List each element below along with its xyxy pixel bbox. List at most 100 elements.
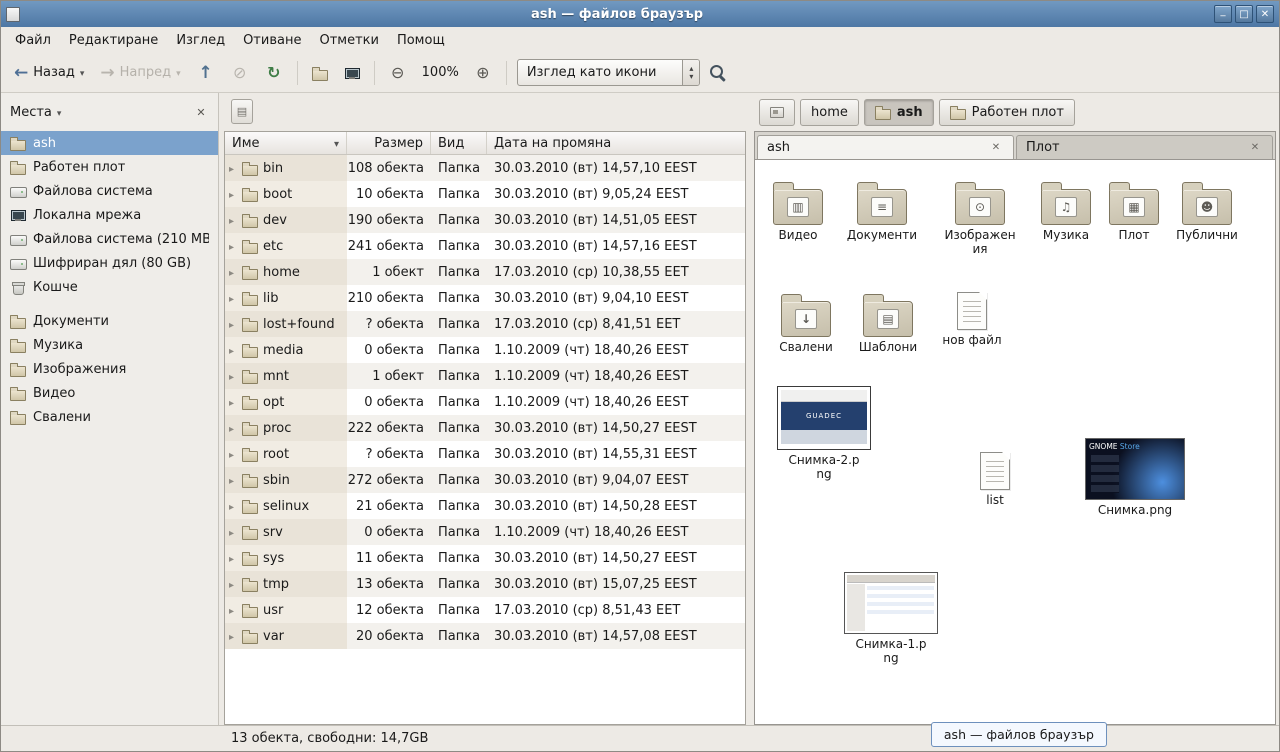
computer-button[interactable] [337, 58, 367, 88]
sidebar-item[interactable]: Локална мрежа [1, 203, 218, 227]
back-button[interactable]: Назад [7, 58, 91, 88]
table-row[interactable]: home1 обектПапка17.03.2010 (ср) 10,38,55… [225, 259, 745, 285]
maximize-button[interactable] [1235, 5, 1253, 23]
expander-icon[interactable] [229, 343, 242, 358]
reload-button[interactable] [258, 58, 290, 88]
sidebar-item[interactable]: Свалени [1, 405, 218, 429]
expander-icon[interactable] [229, 551, 242, 566]
table-row[interactable]: usr12 обектаПапка17.03.2010 (ср) 8,51,43… [225, 597, 745, 623]
icon-view-item[interactable]: Свалени [763, 292, 849, 354]
expander-icon[interactable] [229, 369, 242, 384]
table-row[interactable]: dev190 обектаПапка30.03.2010 (вт) 14,51,… [225, 207, 745, 233]
expander-icon[interactable] [229, 239, 242, 254]
menu-item[interactable]: Изглед [167, 29, 234, 52]
icon-view-item[interactable]: list [952, 452, 1038, 507]
expander-icon[interactable] [229, 629, 242, 644]
expander-icon[interactable] [229, 473, 242, 488]
expander-icon[interactable] [229, 213, 242, 228]
expander-icon[interactable] [229, 421, 242, 436]
column-header-name[interactable]: Име [225, 132, 347, 154]
stop-button[interactable] [224, 58, 256, 88]
table-row[interactable]: lib210 обектаПапка30.03.2010 (вт) 9,04,1… [225, 285, 745, 311]
breadcrumb-button[interactable] [759, 99, 795, 126]
expander-icon[interactable] [229, 317, 242, 332]
table-row[interactable]: proc222 обектаПапка30.03.2010 (вт) 14,50… [225, 415, 745, 441]
expander-icon[interactable] [229, 447, 242, 462]
forward-dropdown-icon[interactable] [176, 65, 181, 80]
sidebar-item[interactable]: ash [1, 131, 218, 155]
sidebar-item[interactable]: Изображения [1, 357, 218, 381]
close-tab-icon[interactable] [988, 140, 1004, 156]
expander-icon[interactable] [229, 161, 242, 176]
table-row[interactable]: mnt1 обектПапка1.10.2009 (чт) 18,40,26 E… [225, 363, 745, 389]
sidebar-item[interactable]: Музика [1, 333, 218, 357]
table-row[interactable]: root? обектаПапка30.03.2010 (вт) 14,55,3… [225, 441, 745, 467]
table-row[interactable]: sbin272 обектаПапка30.03.2010 (вт) 9,04,… [225, 467, 745, 493]
tab[interactable]: Плот [1016, 135, 1273, 159]
breadcrumb-button[interactable]: home [800, 99, 859, 126]
sidebar-item[interactable]: Работен плот [1, 155, 218, 179]
home-folder-button[interactable] [305, 58, 335, 88]
location-toggle-button[interactable] [231, 99, 253, 124]
forward-button[interactable]: Напред [93, 58, 187, 88]
column-header-size[interactable]: Размер [347, 132, 431, 154]
places-caret-icon[interactable] [57, 105, 62, 120]
breadcrumb-button[interactable]: ash [864, 99, 934, 126]
sidebar-item[interactable]: Шифриран дял (80 GB) [1, 251, 218, 275]
table-row[interactable]: var20 обектаПапка30.03.2010 (вт) 14,57,0… [225, 623, 745, 649]
expander-icon[interactable] [229, 395, 242, 410]
minimize-button[interactable] [1214, 5, 1232, 23]
table-row[interactable]: selinux21 обектаПапка30.03.2010 (вт) 14,… [225, 493, 745, 519]
table-row[interactable]: boot10 обектаПапка30.03.2010 (вт) 9,05,2… [225, 181, 745, 207]
table-row[interactable]: srv0 обектаПапка1.10.2009 (чт) 18,40,26 … [225, 519, 745, 545]
expander-icon[interactable] [229, 291, 242, 306]
table-row[interactable]: media0 обектаПапка1.10.2009 (чт) 18,40,2… [225, 337, 745, 363]
table-row[interactable]: etc241 обектаПапка30.03.2010 (вт) 14,57,… [225, 233, 745, 259]
tab[interactable]: ash [757, 135, 1014, 159]
sidebar-close-button[interactable] [193, 104, 209, 120]
icon-view-item[interactable]: Документи [839, 180, 925, 242]
icon-view-item[interactable]: Шаблони [845, 292, 931, 354]
table-row[interactable]: bin108 обектаПапка30.03.2010 (вт) 14,57,… [225, 155, 745, 181]
places-combo-label[interactable]: Места [10, 105, 52, 120]
breadcrumb-button[interactable]: Работен плот [939, 99, 1075, 126]
expander-icon[interactable] [229, 265, 242, 280]
search-button[interactable] [702, 58, 733, 88]
menu-item[interactable]: Отиване [234, 29, 310, 52]
column-header-type[interactable]: Вид [431, 132, 487, 154]
back-dropdown-icon[interactable] [80, 65, 85, 80]
zoom-out-button[interactable] [382, 58, 414, 88]
sidebar-item[interactable]: Документи [1, 309, 218, 333]
expander-icon[interactable] [229, 577, 242, 592]
menu-item[interactable]: Редактиране [60, 29, 167, 52]
table-row[interactable]: tmp13 обектаПапка30.03.2010 (вт) 15,07,2… [225, 571, 745, 597]
table-row[interactable]: opt0 обектаПапка1.10.2009 (чт) 18,40,26 … [225, 389, 745, 415]
icon-canvas[interactable]: ВидеоДокументиИзображенияМузикаПлотПубли… [755, 160, 1275, 724]
icon-view-item[interactable]: GNOME StoreСнимка.png [1083, 438, 1187, 517]
sidebar-item[interactable]: Видео [1, 381, 218, 405]
column-header-date[interactable]: Дата на промяна [487, 132, 745, 154]
view-mode-combo[interactable]: Изглед като икони [517, 59, 701, 86]
expander-icon[interactable] [229, 499, 242, 514]
icon-view-item[interactable]: Видео [755, 180, 841, 242]
icon-view-item[interactable]: Изображения [937, 180, 1023, 256]
sidebar-item[interactable]: Файлова система [1, 179, 218, 203]
icon-view-item[interactable]: Публични [1164, 180, 1250, 242]
up-button[interactable] [190, 58, 222, 88]
icon-view-item[interactable]: нов файл [929, 292, 1015, 347]
close-tab-icon[interactable] [1247, 140, 1263, 156]
expander-icon[interactable] [229, 187, 242, 202]
table-row[interactable]: lost+found? обектаПапка17.03.2010 (ср) 8… [225, 311, 745, 337]
menu-item[interactable]: Помощ [388, 29, 454, 52]
icon-view-item[interactable]: GUADECСнимка-2.png [772, 386, 876, 481]
sidebar-item[interactable]: Файлова система (210 MB) [1, 227, 218, 251]
menu-item[interactable]: Отметки [310, 29, 387, 52]
sidebar-item[interactable]: Кошче [1, 275, 218, 299]
titlebar[interactable]: ash — файлов браузър [1, 1, 1279, 27]
expander-icon[interactable] [229, 603, 242, 618]
table-row[interactable]: sys11 обектаПапка30.03.2010 (вт) 14,50,2… [225, 545, 745, 571]
expander-icon[interactable] [229, 525, 242, 540]
zoom-in-button[interactable] [467, 58, 499, 88]
icon-view-item[interactable]: Снимка-1.png [839, 572, 943, 665]
close-button[interactable] [1256, 5, 1274, 23]
